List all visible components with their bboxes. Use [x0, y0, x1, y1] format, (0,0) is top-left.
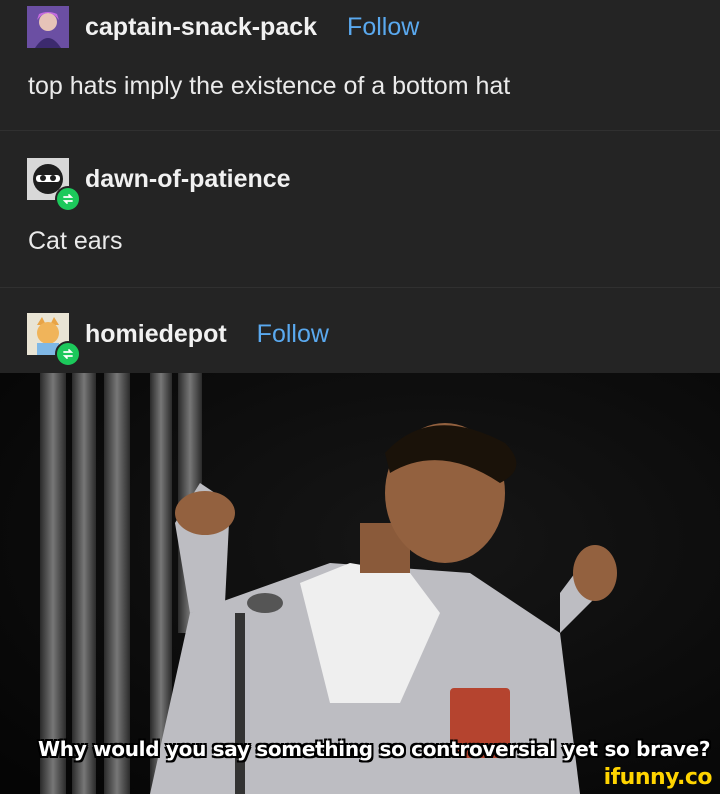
- username[interactable]: homiedepot: [85, 320, 227, 349]
- avatar[interactable]: [27, 6, 69, 48]
- post-text: top hats imply the existence of a bottom…: [28, 72, 511, 100]
- gif-caption: Why would you say something so controver…: [38, 737, 711, 761]
- gif-image[interactable]: Why would you say something so controver…: [0, 373, 720, 794]
- username[interactable]: captain-snack-pack: [85, 13, 317, 42]
- follow-button[interactable]: Follow: [257, 320, 329, 349]
- post-text: Cat ears: [28, 227, 123, 255]
- meme-scene-image: [0, 373, 720, 794]
- reblog-icon: [55, 341, 81, 367]
- post-header-homiedepot: homiedepot Follow: [27, 313, 329, 367]
- reblog-icon: [55, 186, 81, 212]
- post-captain-snack-pack: captain-snack-pack Follow top hats imply…: [0, 0, 720, 131]
- watermark-logo: ifunny.co: [603, 765, 713, 790]
- avatar[interactable]: [27, 158, 81, 212]
- post-dawn-of-patience: dawn-of-patience Cat ears: [0, 131, 720, 288]
- follow-button[interactable]: Follow: [347, 13, 419, 42]
- post-header: captain-snack-pack Follow: [27, 6, 419, 48]
- post-header: dawn-of-patience: [27, 158, 291, 212]
- avatar-image: [27, 6, 69, 48]
- username[interactable]: dawn-of-patience: [85, 165, 291, 194]
- avatar[interactable]: [27, 313, 81, 367]
